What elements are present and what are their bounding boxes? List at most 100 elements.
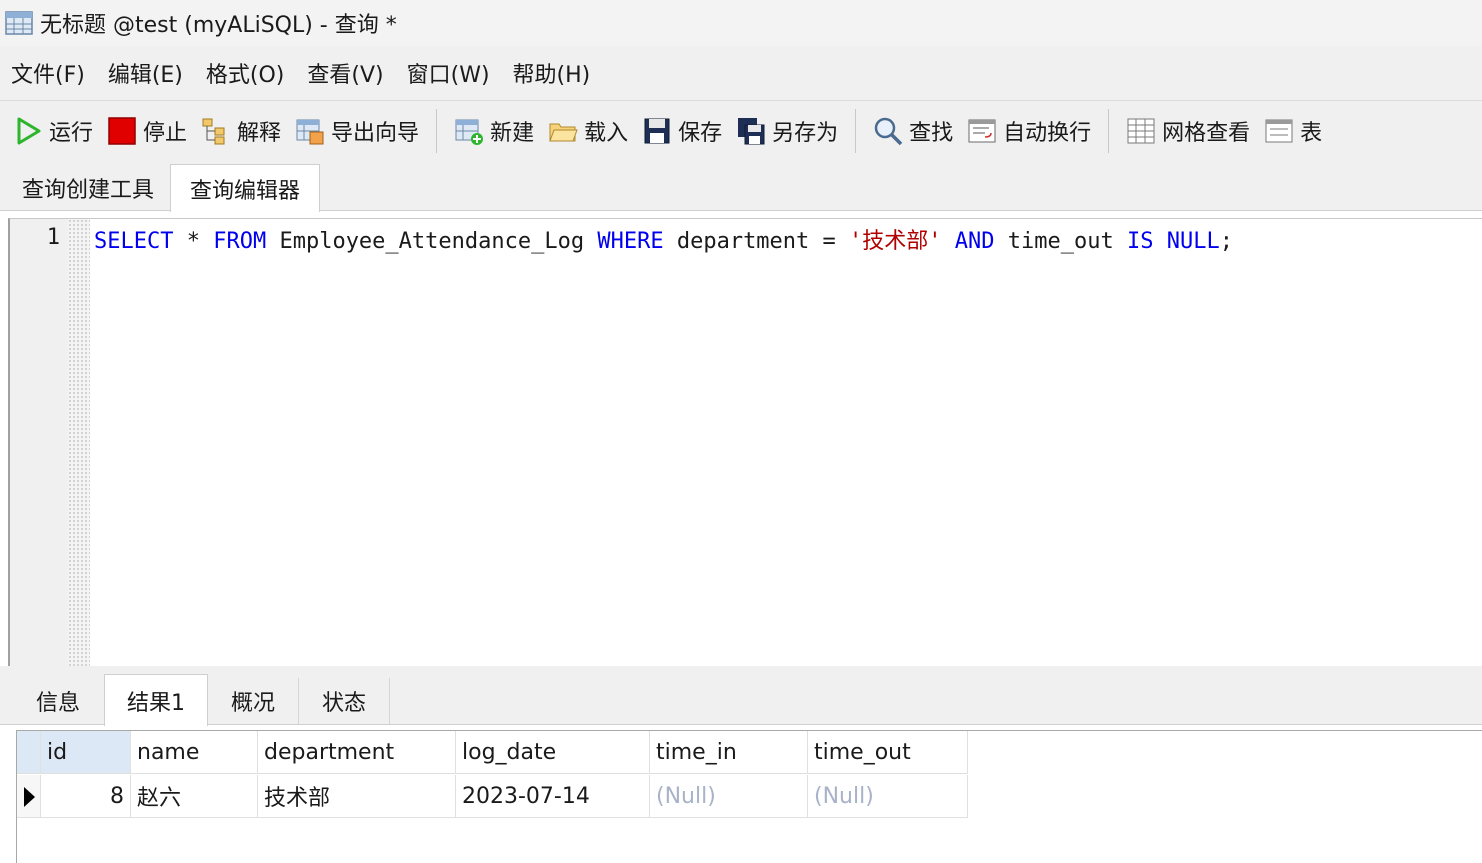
word-wrap-label: 自动换行 (1003, 121, 1092, 146)
line-number-gutter: 1 (10, 219, 68, 667)
query-tab-bar: 查询创建工具 查询编辑器 (0, 160, 1482, 212)
toolbar-separator (1108, 109, 1110, 153)
tab-query-builder-label: 查询创建工具 (21, 178, 154, 203)
word-wrap-button[interactable]: 自动换行 (960, 109, 1098, 153)
result-grid[interactable]: id name department log_date time_in time… (16, 730, 1482, 863)
tab-info-label: 信息 (35, 691, 80, 716)
stop-button[interactable]: 停止 (100, 109, 194, 153)
save-label: 保存 (678, 121, 723, 146)
result-tab-bar: 信息 结果1 概况 状态 (0, 666, 1482, 726)
search-icon (874, 117, 903, 146)
export-wizard-icon (296, 119, 324, 145)
sql-token: SELECT (94, 229, 174, 254)
grid-view-icon (1127, 118, 1155, 144)
tab-result1-label: 结果1 (127, 690, 185, 716)
table-grid-icon (5, 11, 33, 35)
cell-time-out[interactable]: (Null) (808, 775, 968, 818)
form-view-icon (1265, 119, 1293, 143)
sql-token: '技术部' (849, 229, 942, 254)
find-button[interactable]: 查找 (866, 109, 960, 153)
export-wizard-label: 导出向导 (331, 121, 420, 146)
sql-token: NULL (1166, 229, 1220, 254)
cell-department[interactable]: 技术部 (258, 775, 456, 818)
save-as-label: 另存为 (772, 121, 839, 146)
tab-query-builder[interactable]: 查询创建工具 (10, 166, 166, 210)
table-row[interactable]: 8 赵六 技术部 2023-07-14 (Null) (Null) (17, 775, 968, 819)
floppy-save-icon (644, 118, 670, 144)
sql-token: IS (1126, 229, 1154, 254)
window-title: 无标题 @test (myALiSQL) - 查询 * (40, 13, 397, 38)
play-icon (17, 117, 41, 145)
save-as-button[interactable]: 另存为 (729, 109, 845, 153)
folder-open-icon (549, 123, 578, 142)
tab-query-editor[interactable]: 查询编辑器 (170, 164, 320, 212)
cell-log-date[interactable]: 2023-07-14 (456, 775, 650, 818)
tab-profile-label: 概况 (230, 691, 275, 716)
column-header-time-in[interactable]: time_in (650, 731, 808, 774)
stop-label: 停止 (143, 121, 188, 146)
current-row-arrow-icon (24, 787, 35, 807)
save-button[interactable]: 保存 (635, 109, 729, 153)
title-bar: 无标题 @test (myALiSQL) - 查询 * (0, 0, 1482, 46)
cell-time-in[interactable]: (Null) (650, 775, 808, 818)
floppy-save-as-icon (738, 118, 765, 145)
fold-margin (68, 219, 90, 667)
sql-token: WHERE (597, 229, 664, 254)
sql-token: ; (1219, 229, 1233, 254)
cell-name[interactable]: 赵六 (131, 775, 258, 818)
column-header-id[interactable]: id (41, 731, 131, 774)
tab-profile[interactable]: 概况 (208, 678, 299, 724)
export-wizard-button[interactable]: 导出向导 (288, 109, 426, 153)
sql-editor[interactable]: 1 SELECT * FROM Employee_Attendance_Log … (8, 218, 1482, 667)
explain-label: 解释 (237, 121, 282, 146)
column-header-log-date[interactable]: log_date (456, 731, 650, 774)
toolbar-separator (436, 109, 438, 153)
stop-icon (108, 117, 136, 145)
load-button[interactable]: 载入 (541, 109, 635, 153)
grid-header-row: id name department log_date time_in time… (17, 731, 968, 775)
menu-window[interactable]: 窗口(W) (407, 57, 490, 89)
sql-token: FROM (213, 229, 267, 254)
grid-view-label: 网格查看 (1162, 121, 1251, 146)
row-header[interactable] (17, 775, 41, 818)
tab-result1[interactable]: 结果1 (104, 674, 208, 726)
sql-token: AND (954, 229, 995, 254)
sql-token: Employee_Attendance_Log (266, 229, 598, 254)
run-label: 运行 (49, 121, 94, 146)
form-view-label: 表 (1300, 121, 1323, 146)
menu-bar: 文件(F) 编辑(E) 格式(O) 查看(V) 窗口(W) 帮助(H) (0, 46, 1482, 100)
menu-edit[interactable]: 编辑(E) (108, 57, 183, 89)
new-query-icon (455, 119, 484, 145)
tab-info[interactable]: 信息 (12, 678, 105, 724)
sql-token: department = (663, 229, 850, 254)
sql-code-line[interactable]: SELECT * FROM Employee_Attendance_Log WH… (94, 223, 1233, 255)
new-button[interactable]: 新建 (447, 109, 541, 153)
tab-status[interactable]: 状态 (299, 678, 390, 724)
column-header-name[interactable]: name (131, 731, 258, 774)
toolbar-separator (855, 109, 857, 153)
menu-file[interactable]: 文件(F) (11, 57, 85, 89)
line-number: 1 (46, 225, 60, 250)
word-wrap-icon (968, 119, 996, 143)
column-header-time-out[interactable]: time_out (808, 731, 968, 774)
sql-token: * (173, 229, 214, 254)
menu-view[interactable]: 查看(V) (307, 57, 383, 89)
new-label: 新建 (490, 121, 535, 146)
sql-token: time_out (994, 229, 1127, 254)
toolbar: 运行 停止 解释 导出向导 新建 载入 保存 另存为 查找 自动换行 网格查看 … (0, 100, 1482, 161)
menu-help[interactable]: 帮助(H) (513, 57, 591, 89)
column-header-department[interactable]: department (258, 731, 456, 774)
cell-id[interactable]: 8 (41, 775, 131, 818)
tab-status-label: 状态 (321, 691, 366, 716)
load-label: 载入 (584, 121, 629, 146)
tab-query-editor-label: 查询编辑器 (189, 178, 300, 204)
form-view-button[interactable]: 表 (1257, 109, 1329, 153)
explain-tree-icon (202, 118, 225, 145)
row-header-corner (17, 731, 41, 774)
grid-view-button[interactable]: 网格查看 (1119, 109, 1257, 153)
run-button[interactable]: 运行 (6, 109, 100, 153)
menu-format[interactable]: 格式(O) (206, 57, 284, 89)
explain-button[interactable]: 解释 (194, 109, 288, 153)
